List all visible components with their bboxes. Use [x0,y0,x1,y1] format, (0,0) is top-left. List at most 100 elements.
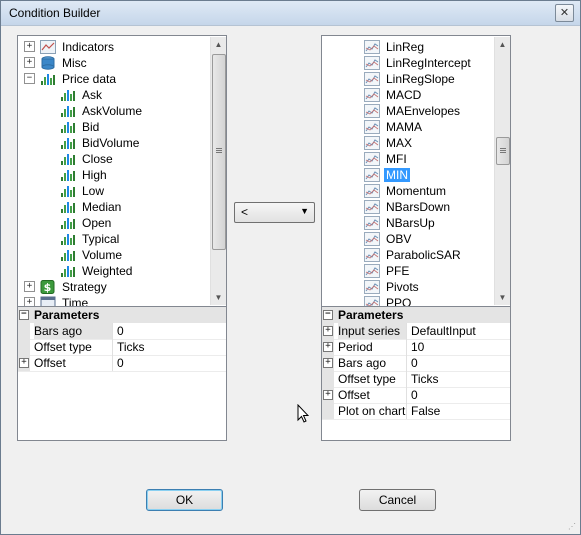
tree-item[interactable]: Low [60,182,106,198]
parameter-value[interactable]: 0 [408,355,418,371]
tree-item-label: Close [82,151,113,166]
tree-item[interactable]: Volume [60,246,124,262]
tree-item[interactable]: MIN [364,166,410,182]
right-tree-scrollbar[interactable]: ▲ ▼ [494,37,510,305]
indicator-chart-icon [364,231,380,246]
expand-icon[interactable]: + [24,57,35,69]
expand-icon[interactable]: + [323,390,333,400]
scroll-up-arrow-icon[interactable]: ▲ [495,37,510,52]
parameter-row[interactable]: Offset type Ticks [18,339,226,356]
tree-item[interactable]: PFE [364,262,411,278]
parameter-value[interactable]: DefaultInput [408,323,476,339]
tree-item[interactable]: + Indicators [24,38,116,54]
tree-item[interactable]: Pivots [364,278,421,294]
tree-item[interactable]: MACD [364,86,423,102]
tree-item[interactable]: NBarsDown [364,198,452,214]
parameter-row[interactable]: + Input series DefaultInput [322,323,510,340]
collapse-icon[interactable]: − [323,310,333,320]
window-title: Condition Builder [9,6,101,20]
parameter-row[interactable]: + Bars ago 0 [322,355,510,372]
tree-item[interactable]: + Misc [24,54,89,70]
indicator-chart-icon [364,87,380,102]
scroll-down-arrow-icon[interactable]: ▼ [495,290,510,305]
tree-item[interactable]: Momentum [364,182,448,198]
parameter-row[interactable]: + Offset 0 [322,387,510,404]
collapse-icon[interactable]: − [24,73,35,85]
parameter-value[interactable]: 0 [114,323,124,339]
bar-chart-icon [60,88,76,102]
close-button[interactable]: ✕ [555,4,574,22]
expand-icon[interactable]: + [323,326,333,336]
parameter-value[interactable]: False [408,403,440,419]
parameter-row[interactable]: + Offset 0 [18,355,226,372]
tree-item[interactable]: Open [60,214,113,230]
tree-item[interactable]: Ask [60,86,104,102]
expand-icon[interactable]: + [19,358,29,368]
tree-item-label: BidVolume [82,135,140,150]
chevron-down-icon: ▼ [300,206,309,216]
tree-item[interactable]: LinRegSlope [364,70,457,86]
parameter-row[interactable]: Offset type Ticks [322,371,510,388]
collapse-icon[interactable]: − [19,310,29,320]
left-parameters-grid[interactable]: − Parameters Bars ago 0 Offset type Ticks + O… [17,306,227,441]
tree-item[interactable]: MAX [364,134,414,150]
tree-item-label: NBarsUp [386,215,435,230]
tree-item[interactable]: BidVolume [60,134,141,150]
expand-icon[interactable]: + [24,41,35,53]
parameter-row[interactable]: Bars ago 0 [18,323,226,340]
parameter-value[interactable]: Ticks [114,339,145,355]
left-tree-scrollbar[interactable]: ▲ ▼ [210,37,226,305]
parameter-name: Bars ago [34,323,113,339]
tree-item-label: LinRegIntercept [386,55,471,70]
tree-item[interactable]: Close [60,150,115,166]
tree-item[interactable]: MAMA [364,118,424,134]
tree-item-label: ParabolicSAR [386,247,461,262]
tree-item[interactable]: LinRegIntercept [364,54,473,70]
expand-icon[interactable]: + [323,358,333,368]
tree-item[interactable]: High [60,166,109,182]
tree-item[interactable]: LinReg [364,38,426,54]
indicator-chart-icon [364,167,380,182]
parameters-header: − Parameters [18,307,226,323]
tree-item[interactable]: MAEnvelopes [364,102,462,118]
parameter-row[interactable]: + Period 10 [322,339,510,356]
tree-item[interactable]: Bid [60,118,101,134]
scroll-down-arrow-icon[interactable]: ▼ [211,290,226,305]
tree-item[interactable]: Typical [60,230,121,246]
expand-icon[interactable]: + [24,281,35,293]
tree-item[interactable]: NBarsUp [364,214,437,230]
operator-dropdown[interactable]: < ▼ [234,202,315,223]
tree-item[interactable]: MFI [364,150,409,166]
tree-item[interactable]: ParabolicSAR [364,246,463,262]
parameter-row[interactable]: Plot on chart False [322,403,510,420]
tree-item[interactable]: + $ Strategy [24,278,109,294]
right-tree-view[interactable]: ▲ ▼ LinReg LinRegIntercept LinRegSlope MACD… [321,35,511,307]
parameter-value[interactable]: Ticks [408,371,439,387]
parameter-value[interactable]: 0 [408,387,418,403]
title-bar[interactable]: Condition Builder ✕ [1,1,580,26]
tree-item-label: LinReg [386,39,425,54]
parameter-value[interactable]: 0 [114,355,124,371]
left-tree-view[interactable]: ▲ ▼ + Indicators + Misc − Price data Ask AskVol… [17,35,227,307]
chart-icon [40,39,56,54]
right-parameters-grid[interactable]: − Parameters + Input series DefaultInput + P… [321,306,511,441]
tree-item[interactable]: Median [60,198,123,214]
resize-grip-icon[interactable]: ⋰ [568,522,578,532]
scrollbar-thumb[interactable] [496,137,510,165]
ok-button[interactable]: OK [146,489,223,511]
scroll-up-arrow-icon[interactable]: ▲ [211,37,226,52]
tree-item[interactable]: AskVolume [60,102,144,118]
tree-item[interactable]: Weighted [60,262,134,278]
expand-icon[interactable]: + [323,342,333,352]
parameter-name: Offset [338,387,407,403]
bar-chart-icon [60,200,76,214]
tree-item-label: Volume [82,247,123,262]
parameter-value[interactable]: 10 [408,339,424,355]
tree-item[interactable]: OBV [364,230,413,246]
tree-item[interactable]: − Price data [24,70,118,86]
cancel-button[interactable]: Cancel [359,489,436,511]
indicator-chart-icon [364,119,380,134]
scrollbar-thumb[interactable] [212,54,226,250]
tree-item-label: MAMA [386,119,422,134]
parameters-title: Parameters [34,308,100,322]
